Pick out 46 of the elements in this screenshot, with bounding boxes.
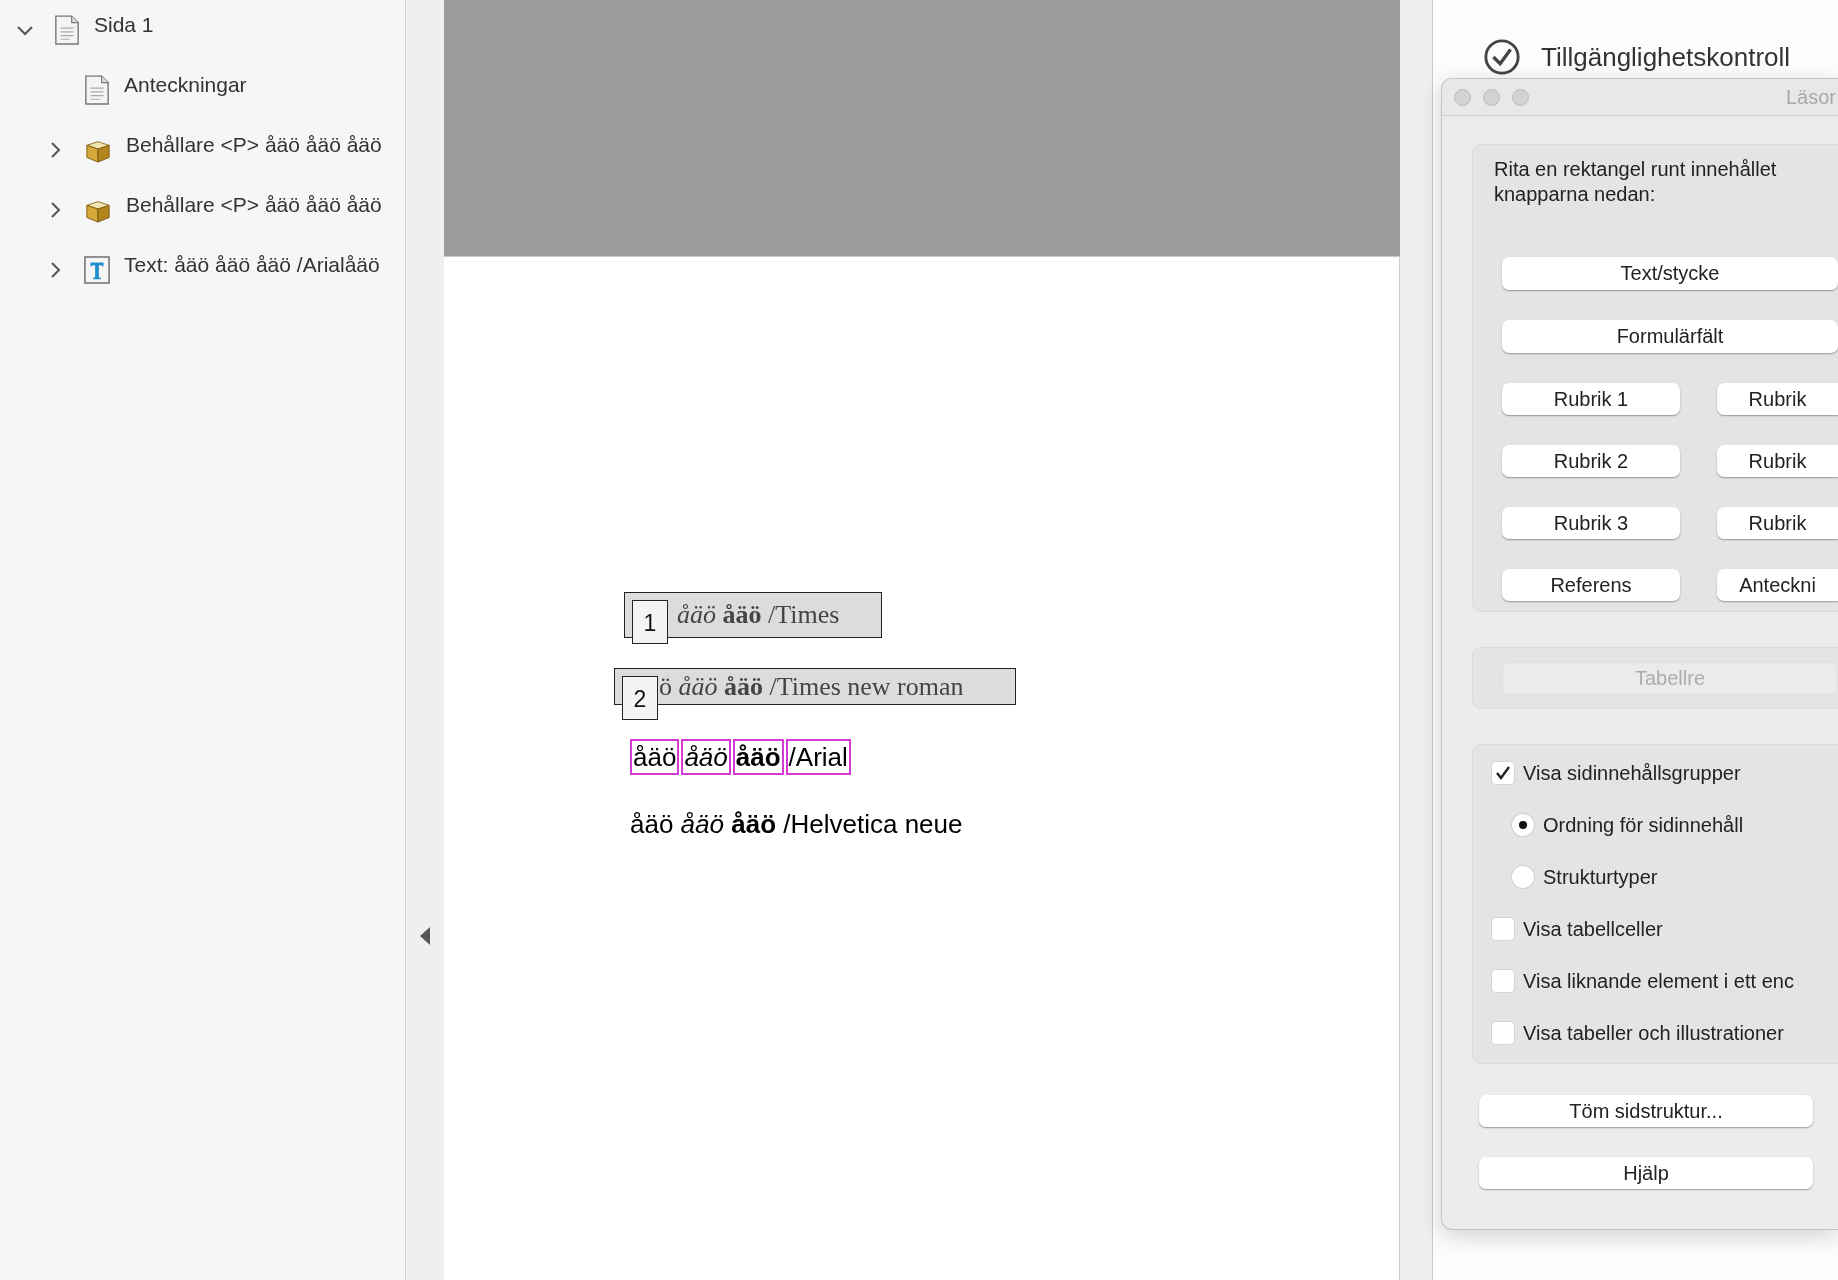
tree-item[interactable]: Behållare <P> åäö åäö åäö: [126, 193, 382, 217]
page-icon: [84, 75, 110, 105]
tag-button[interactable]: Rubrik 3: [1502, 507, 1680, 539]
tag-button[interactable]: Text/stycke: [1502, 257, 1838, 290]
tag-button[interactable]: Anteckni: [1717, 569, 1838, 601]
checkbox[interactable]: [1492, 762, 1514, 784]
option-label: Visa tabeller och illustrationer: [1523, 1021, 1784, 1045]
window-title: Läsor: [1785, 85, 1837, 109]
document-text: åäö åäö /Times: [677, 600, 840, 630]
tree-item[interactable]: Behållare <P> åäö åäö åäö: [126, 133, 382, 157]
document-text: åäö: [732, 739, 784, 775]
option-label: Ordning för sidinnehåll: [1543, 813, 1744, 837]
page-icon: [54, 15, 80, 45]
text-icon: [84, 256, 110, 284]
tag-button[interactable]: Referens: [1502, 569, 1680, 601]
action-button[interactable]: Töm sidstruktur...: [1479, 1095, 1813, 1127]
tree-item[interactable]: Anteckningar: [124, 73, 247, 97]
checkbox[interactable]: [1492, 1022, 1514, 1044]
tag-button[interactable]: Rubrik: [1717, 445, 1838, 477]
action-button[interactable]: Hjälp: [1479, 1157, 1813, 1189]
document-text: /Arial: [785, 739, 851, 775]
instruction-text: Rita en rektangel runt innehållet knapparna nedan:: [1494, 157, 1778, 207]
tag-button[interactable]: Rubrik: [1717, 507, 1838, 539]
tree-item[interactable]: Sida 1: [94, 13, 154, 37]
document-text: åäö: [630, 739, 680, 775]
option-label: Visa liknande element i ett enc: [1523, 969, 1794, 993]
option-label: Visa tabellceller: [1523, 917, 1663, 941]
collapse-icon[interactable]: [419, 926, 431, 946]
order-tag[interactable]: 1: [632, 600, 668, 644]
document-text: åäö: [681, 739, 731, 775]
order-tag[interactable]: 2: [622, 676, 658, 720]
checkbox[interactable]: [1492, 918, 1514, 940]
tag-button[interactable]: Rubrik: [1717, 383, 1838, 415]
option-label: Visa sidinnehållsgrupper: [1523, 761, 1741, 785]
document-text: ö åäö åäö /Times new roman: [659, 671, 964, 702]
document-text: åäö åäö åäö /Helvetica neue: [630, 809, 963, 840]
option-label: Strukturtyper: [1543, 865, 1658, 889]
checkbox[interactable]: [1492, 970, 1514, 992]
tree-item[interactable]: Text: åäö åäö åäö /Arialåäö: [124, 253, 380, 277]
tag-button[interactable]: Formulärfält: [1502, 320, 1838, 353]
radio-button[interactable]: [1512, 866, 1534, 888]
tool-label[interactable]: Tillgänglighetskontroll: [1541, 41, 1791, 73]
check-circle-icon: [1483, 38, 1521, 76]
tag-button[interactable]: Rubrik 1: [1502, 383, 1680, 415]
radio-button[interactable]: [1512, 814, 1534, 836]
tag-button[interactable]: Rubrik 2: [1502, 445, 1680, 477]
